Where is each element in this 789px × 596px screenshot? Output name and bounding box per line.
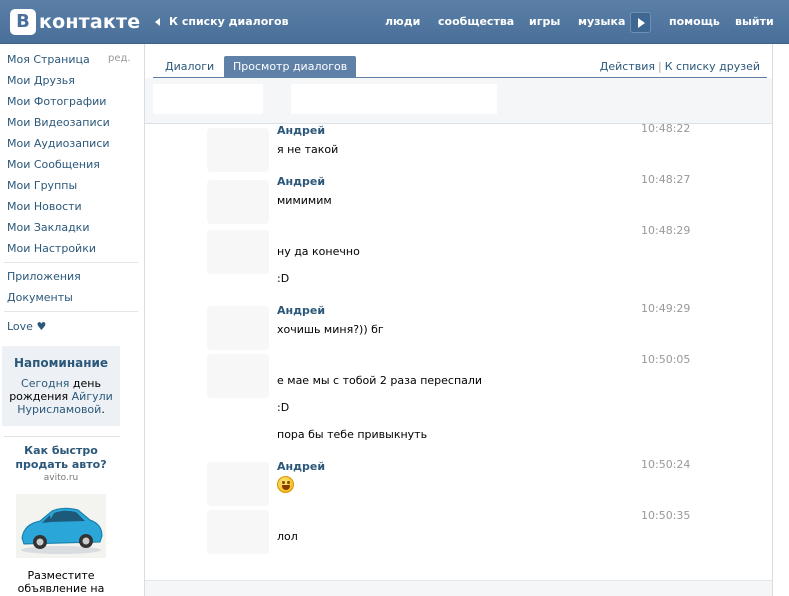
sidebar-item-love[interactable]: Love ♥: [7, 320, 46, 333]
message-author[interactable]: Андрей: [277, 124, 325, 137]
ad-title[interactable]: Как быстро продать авто?: [2, 444, 120, 472]
edit-link[interactable]: ред.: [108, 53, 131, 64]
sidebar-item-audio[interactable]: Мои Аудиозаписи: [7, 137, 110, 150]
message-text: е мае мы с тобой 2 раза переспали: [277, 374, 483, 387]
laughing-smiley-icon: [277, 476, 294, 493]
reminder-day: день: [72, 377, 101, 390]
sidebar-item-friends[interactable]: Мои Друзья: [7, 74, 75, 87]
heart-icon: ♥: [36, 320, 47, 333]
avatar: [207, 306, 269, 350]
avatar: [207, 354, 269, 398]
message-time: 10:50:35: [641, 509, 691, 522]
love-label: Love: [7, 320, 33, 333]
sidebar-divider: [4, 262, 138, 263]
message-author[interactable]: Андрей: [277, 304, 325, 317]
reminder-name-last[interactable]: Нурисламовой: [17, 403, 101, 416]
avatar: [207, 510, 269, 554]
avatar: [207, 462, 269, 506]
message-text: пора бы тебе привыкнуть: [277, 428, 428, 441]
reminder-box: Напоминание Сегодня день рождения Айгули…: [2, 346, 120, 426]
tab-view-dialogs[interactable]: Просмотр диалогов: [224, 56, 357, 78]
ad-divider: [4, 436, 120, 437]
message-time: 10:48:27: [641, 173, 691, 186]
sidebar-item-messages[interactable]: Мои Сообщения: [7, 158, 100, 171]
message-text: хочишь миня?)) бг: [277, 323, 384, 336]
message-author[interactable]: Андрей: [277, 460, 325, 473]
smiley-mouth: [282, 485, 290, 490]
message-text: мимимим: [277, 194, 332, 207]
reminder-title: Напоминание: [13, 356, 109, 370]
actions-link[interactable]: Действия: [600, 60, 655, 73]
ad-car-image[interactable]: [16, 494, 106, 558]
message-text: лол: [277, 530, 298, 543]
message-text: я не такой: [277, 143, 339, 156]
bottom-toolbar: [145, 580, 772, 596]
sidebar-item-settings[interactable]: Мои Настройки: [7, 242, 96, 255]
avatar: [207, 180, 269, 224]
nav-people[interactable]: люди: [385, 15, 420, 28]
link-separator: |: [658, 60, 662, 73]
reminder-text: Сегодня день рождения Айгули Нурисламово…: [9, 377, 113, 416]
sidebar-item-news[interactable]: Мои Новости: [7, 200, 82, 213]
message-time: 10:50:05: [641, 353, 691, 366]
sidebar-item-photos[interactable]: Мои Фотографии: [7, 95, 106, 108]
avatar: [207, 230, 269, 274]
nav-logout[interactable]: выйти: [735, 15, 774, 28]
sidebar-item-bookmarks[interactable]: Мои Закладки: [7, 221, 89, 234]
reminder-name-first[interactable]: Айгули: [72, 390, 113, 403]
message-time: 10:48:29: [641, 224, 691, 237]
left-sidebar: Моя Страница ред. Мои Друзья Мои Фотогра…: [0, 44, 144, 596]
message-text: :D: [277, 272, 290, 285]
play-icon[interactable]: [630, 12, 651, 33]
sidebar-item-documents[interactable]: Документы: [7, 291, 73, 304]
toolbar-field[interactable]: [153, 84, 263, 114]
message-time: 10:48:22: [641, 122, 691, 135]
nav-communities[interactable]: сообщества: [438, 15, 514, 28]
ad-text[interactable]: Разместите объявление на AVITO: [2, 569, 120, 596]
dialog-view-panel: Диалоги Просмотр диалогов Действия | К спи…: [144, 44, 773, 596]
message-author[interactable]: Андрей: [277, 175, 325, 188]
tab-dialogs[interactable]: Диалоги: [165, 56, 214, 78]
message-text: :D: [277, 401, 290, 414]
sidebar-item-videos[interactable]: Мои Видеозаписи: [7, 116, 110, 129]
sidebar-item-my-page[interactable]: Моя Страница: [7, 53, 90, 66]
friends-list-link[interactable]: К списку друзей: [665, 60, 760, 73]
sidebar-item-groups[interactable]: Мои Группы: [7, 179, 77, 192]
message-text: ну да конечно: [277, 245, 360, 258]
reminder-birthday: рождения: [9, 390, 69, 403]
nav-music[interactable]: музыка: [578, 15, 625, 28]
ad-domain: avito.ru: [43, 473, 79, 483]
top-nav: люди сообщества игры музыка помощь выйти: [0, 15, 789, 31]
dialog-toolbar: [145, 78, 772, 124]
tab-links: Действия | К списку друзей: [600, 60, 760, 73]
sidebar-item-apps[interactable]: Приложения: [7, 270, 81, 283]
message-time: 10:49:29: [641, 302, 691, 315]
top-header: В контакте К списку диалогов люди сообще…: [0, 0, 789, 44]
sidebar-divider: [4, 311, 138, 312]
avatar: [207, 128, 269, 172]
nav-games[interactable]: игры: [529, 15, 560, 28]
toolbar-field[interactable]: [291, 84, 497, 114]
car-icon: [21, 507, 103, 554]
nav-help[interactable]: помощь: [669, 15, 720, 28]
reminder-today-link[interactable]: Сегодня: [21, 377, 69, 390]
message-time: 10:50:24: [641, 458, 691, 471]
